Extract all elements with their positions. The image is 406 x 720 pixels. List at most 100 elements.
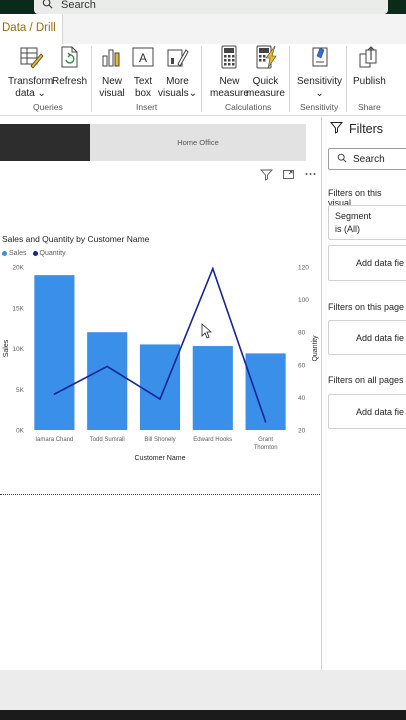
new-visual-button[interactable]: New visual	[99, 44, 125, 100]
filters-header: Filters	[329, 121, 384, 137]
point-quantity	[106, 365, 108, 368]
legend-item-sales: Sales	[2, 250, 27, 257]
segment-filter-card[interactable]: Segment is (All)	[328, 205, 406, 240]
new-visual-label-2: visual	[99, 88, 125, 99]
report-canvas[interactable]: Home Office Sales and Quantity by Custom…	[0, 117, 322, 670]
bar-sales	[139, 344, 181, 430]
new-measure-button[interactable]: New measure	[210, 44, 249, 100]
y-tick-label: 0K	[16, 428, 25, 435]
mouse-cursor-icon	[201, 323, 213, 339]
chevron-down-icon: ⌄	[37, 88, 46, 99]
quick-measure-label-2: measure	[246, 88, 285, 99]
legend-swatch-sales	[2, 250, 7, 256]
filter-icon	[329, 121, 344, 137]
publish-icon	[356, 44, 382, 76]
filters-pane: Filters Search Filters on this visual Se…	[321, 117, 406, 670]
add-data-fields-all-pages[interactable]: Add data fie	[328, 394, 406, 429]
filters-search-label: Search	[353, 153, 385, 165]
new-visual-label-1: New	[101, 76, 122, 87]
chart-title: Sales and Quantity by Customer Name	[2, 234, 150, 244]
segment-field: Segment	[335, 211, 372, 221]
filters-title: Filters	[349, 122, 384, 136]
add-data-fields-all-pages-label: Add data fie	[355, 406, 405, 417]
banner-home-office[interactable]: Home Office	[90, 124, 306, 161]
sales-quantity-chart[interactable]: 0K 5K 10K 15K 20K 20 40 60 80 100 120 Iamara Chand T…	[0, 257, 322, 472]
chevron-down-icon: ⌄	[315, 88, 324, 99]
new-measure-label-2: measure	[210, 88, 249, 99]
point-quantity	[212, 267, 214, 270]
ribbon-tabs: Data / Drill	[0, 14, 406, 44]
legend-swatch-quantity	[32, 250, 38, 256]
app-window: Search Data / Drill Transform data ⌄ Ref…	[0, 0, 406, 720]
y2-tick-label: 100	[298, 297, 309, 304]
publish-button[interactable]: Publish	[353, 44, 386, 88]
filters-on-all-pages-heading: Filters on all pages	[328, 375, 404, 385]
point-quantity	[264, 421, 267, 423]
quick-measure-icon	[252, 44, 278, 76]
ribbon-separator	[346, 46, 347, 112]
search-placeholder: Search	[61, 0, 96, 11]
transform-data-button[interactable]: Transform data ⌄	[8, 44, 53, 100]
refresh-label: Refresh	[52, 76, 88, 87]
transform-label-1: Transform	[8, 76, 54, 87]
refresh-button[interactable]: Refresh	[52, 44, 87, 88]
add-data-fields-page[interactable]: Add data fie	[328, 320, 406, 355]
y-tick-label: 15K	[12, 305, 24, 312]
y-tick-label: 5K	[16, 387, 25, 394]
focus-mode-icon[interactable]	[282, 168, 295, 181]
quick-measure-button[interactable]: Quick measure	[246, 44, 285, 100]
point-quantity	[159, 398, 161, 400]
text-box-label-1: Text	[133, 76, 153, 87]
group-insert-label: Insert	[136, 102, 158, 112]
visual-header-icons	[259, 168, 317, 181]
ribbon-separator	[201, 46, 202, 112]
y2-tick-label: 40	[298, 395, 306, 402]
text-box-button[interactable]: A Text box	[130, 44, 156, 100]
chart-legend: Sales Quantity	[2, 250, 66, 257]
y-axis-title: Sales	[3, 339, 10, 357]
x-tick-label: Iamara Chand	[35, 437, 73, 443]
refresh-icon	[57, 44, 83, 76]
x-axis-title: Customer Name	[135, 455, 186, 462]
calculator-icon	[216, 44, 242, 76]
x-tick-label: Bill Shonely	[144, 437, 175, 443]
svg-text:A: A	[139, 51, 147, 65]
y2-tick-label: 60	[298, 362, 306, 369]
filter-icon[interactable]	[259, 168, 274, 181]
point-quantity	[53, 393, 56, 395]
x-tick-label: Todd Sumrall	[90, 437, 125, 443]
segment-filter-text: Segment is (All)	[329, 206, 406, 240]
y-tick-label: 20K	[12, 265, 24, 272]
more-visuals-label-2-text: visuals	[158, 88, 189, 99]
group-share-label: Share	[358, 102, 381, 112]
more-visuals-label-2: visuals⌄	[158, 88, 197, 100]
legend-label-quantity: Quantity	[39, 250, 66, 257]
quick-measure-label-1: Quick	[252, 76, 279, 87]
bar-sales	[87, 332, 128, 430]
x-tick-label: Thornton	[254, 445, 278, 451]
search-icon	[42, 0, 53, 12]
add-data-fields-page-label: Add data fie	[355, 332, 405, 343]
y-tick-label: 10K	[12, 346, 24, 353]
x-tick-label: Edward Hooks	[193, 437, 232, 443]
transform-label-2: data ⌄	[15, 88, 46, 100]
status-bar	[0, 710, 406, 720]
add-data-fields-visual[interactable]: Add data fie	[328, 245, 406, 281]
bar-sales	[34, 275, 75, 430]
legend-label-sales: Sales	[9, 250, 27, 257]
search-box[interactable]: Search	[34, 0, 388, 14]
more-options-icon[interactable]	[304, 168, 317, 181]
y2-tick-label: 80	[298, 330, 306, 337]
tab-data-drill[interactable]: Data / Drill	[0, 14, 63, 44]
add-data-fields-visual-label: Add data fie	[355, 258, 405, 268]
group-calculations-label: Calculations	[225, 102, 272, 112]
publish-label: Publish	[353, 76, 386, 87]
filters-search-input[interactable]: Search	[328, 148, 406, 170]
new-visual-icon	[99, 44, 125, 76]
filters-on-page-heading: Filters on this page	[328, 302, 405, 312]
y2-tick-label: 120	[298, 265, 309, 272]
bar-sales	[192, 346, 233, 430]
group-sensitivity-label: Sensitivity	[300, 102, 339, 112]
sensitivity-button[interactable]: Sensitivity ⌄	[297, 44, 342, 100]
more-visuals-button[interactable]: More visuals⌄	[158, 44, 197, 100]
